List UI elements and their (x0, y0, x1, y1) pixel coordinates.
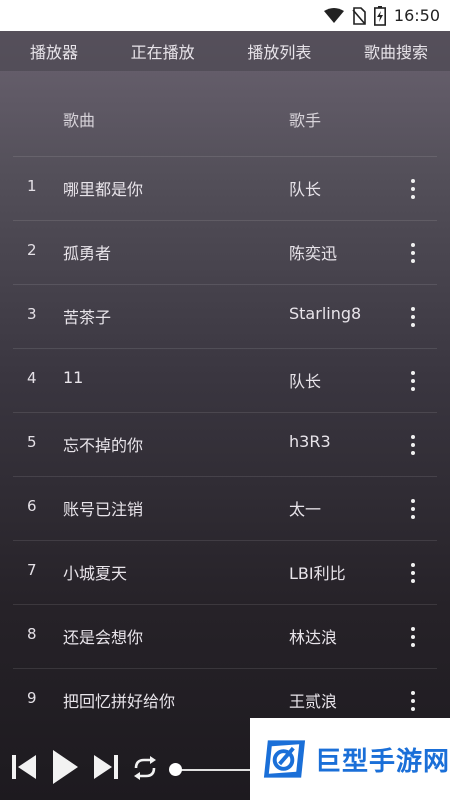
song-number: 1 (27, 177, 37, 195)
play-icon[interactable] (50, 748, 80, 786)
song-number: 4 (27, 369, 37, 387)
song-artist: 队长 (289, 180, 322, 199)
song-artist: LBI利比 (289, 564, 346, 583)
song-number: 3 (27, 305, 37, 323)
song-number: 9 (27, 689, 37, 707)
song-title: 苦茶子 (63, 308, 112, 327)
tab-playlist[interactable]: 播放列表 (247, 39, 311, 63)
song-title: 孤勇者 (63, 244, 112, 263)
song-number: 5 (27, 433, 37, 451)
song-title: 哪里都是你 (63, 180, 144, 199)
song-title: 把回忆拼好给你 (63, 692, 176, 711)
song-number: 7 (27, 561, 37, 579)
song-title: 小城夏天 (63, 564, 128, 583)
status-bar: 16:50 (0, 0, 450, 31)
tab-now-playing[interactable]: 正在播放 (131, 39, 195, 63)
song-artist: 林达浪 (289, 628, 338, 647)
song-column-header: 歌曲 (63, 111, 96, 130)
battery-icon (373, 5, 386, 26)
more-options-icon[interactable] (405, 495, 421, 523)
watermark-logo-icon (263, 740, 306, 778)
song-row[interactable]: 1 哪里都是你 队长 (13, 156, 437, 220)
song-artist: Starling8 (289, 304, 362, 323)
song-artist: 太一 (289, 500, 322, 519)
song-number: 8 (27, 625, 37, 643)
more-options-icon[interactable] (405, 687, 421, 715)
wifi-icon (323, 7, 344, 24)
song-list: 1 哪里都是你 队长 2 孤勇者 陈奕迅 3 苦茶子 Starling8 4 1… (0, 156, 450, 732)
top-tab-bar: 播放器 正在播放 播放列表 歌曲搜索 (0, 31, 450, 71)
list-header: 歌曲 歌手 (0, 107, 450, 139)
more-options-icon[interactable] (405, 175, 421, 203)
previous-icon[interactable] (10, 752, 38, 782)
more-options-icon[interactable] (405, 367, 421, 395)
song-row[interactable]: 8 还是会想你 林达浪 (13, 604, 437, 668)
watermark-text: 巨型手游网 (314, 746, 450, 777)
repeat-icon[interactable] (130, 754, 160, 782)
music-player-app: 播放器 正在播放 播放列表 歌曲搜索 歌曲 歌手 1 哪里都是你 队长 2 孤勇… (0, 31, 450, 800)
seek-handle[interactable] (169, 763, 182, 776)
more-options-icon[interactable] (405, 303, 421, 331)
more-options-icon[interactable] (405, 431, 421, 459)
more-options-icon[interactable] (405, 623, 421, 651)
song-row[interactable]: 3 苦茶子 Starling8 (13, 284, 437, 348)
song-row[interactable]: 6 账号已注销 太一 (13, 476, 437, 540)
song-title: 还是会想你 (63, 628, 144, 647)
song-title: 忘不掉的你 (63, 436, 144, 455)
song-row[interactable]: 5 忘不掉的你 h3R3 (13, 412, 437, 476)
song-artist: h3R3 (289, 432, 331, 451)
tab-song-search[interactable]: 歌曲搜索 (364, 39, 428, 63)
next-icon[interactable] (92, 752, 120, 782)
song-number: 2 (27, 241, 37, 259)
song-number: 6 (27, 497, 37, 515)
song-artist: 王贰浪 (289, 692, 338, 711)
artist-column-header: 歌手 (289, 111, 322, 130)
song-row[interactable]: 4 11 队长 (13, 348, 437, 412)
status-time: 16:50 (393, 6, 440, 25)
song-title: 账号已注销 (63, 500, 144, 519)
song-row[interactable]: 7 小城夏天 LBI利比 (13, 540, 437, 604)
song-artist: 陈奕迅 (289, 244, 338, 263)
tab-player[interactable]: 播放器 (30, 39, 78, 63)
song-artist: 队长 (289, 372, 322, 391)
no-sim-icon (352, 6, 366, 25)
song-row[interactable]: 2 孤勇者 陈奕迅 (13, 220, 437, 284)
more-options-icon[interactable] (405, 239, 421, 267)
song-title: 11 (63, 368, 84, 387)
watermark: 巨型手游网 (250, 718, 450, 800)
more-options-icon[interactable] (405, 559, 421, 587)
